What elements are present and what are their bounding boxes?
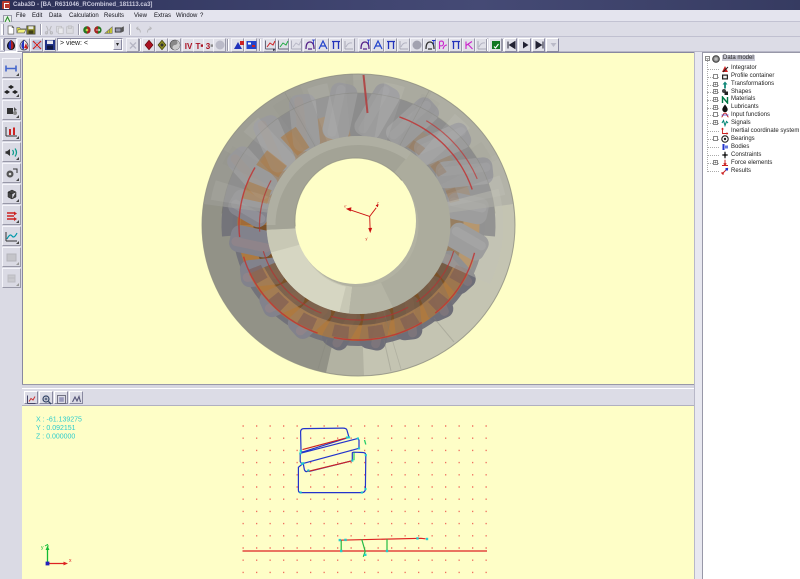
svg-text:Z : 0.000000: Z : 0.000000	[36, 434, 75, 441]
svg-text:x: x	[69, 558, 72, 564]
svg-text:X : -61.139275: X : -61.139275	[36, 417, 82, 424]
svg-text:Y : 0.092151: Y : 0.092151	[36, 425, 76, 432]
svg-text:y': y'	[366, 237, 369, 241]
svg-text:y: y	[41, 545, 44, 551]
svg-text:x': x'	[344, 205, 347, 209]
svg-text:z': z'	[377, 202, 380, 206]
